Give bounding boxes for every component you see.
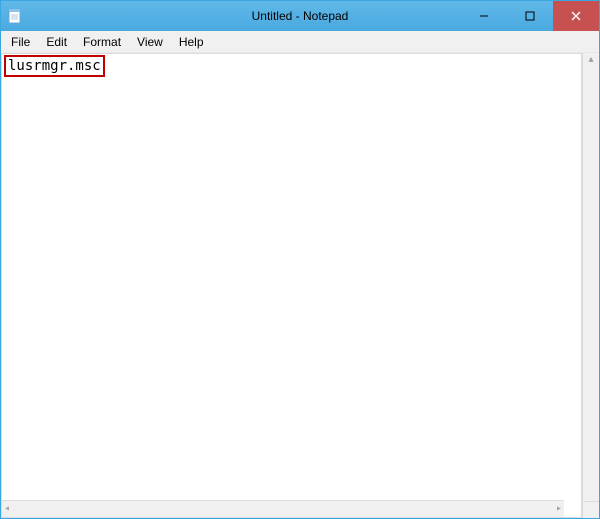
client-area: lusrmgr.msc ◂ ▸ ▴ ▾ [1, 53, 599, 518]
maximize-button[interactable] [507, 1, 553, 31]
editor-text-highlighted: lusrmgr.msc [4, 55, 105, 77]
menu-file[interactable]: File [3, 33, 38, 51]
window-controls [461, 1, 599, 31]
horizontal-scrollbar[interactable]: ◂ ▸ [2, 500, 564, 517]
scroll-left-icon: ◂ [4, 504, 10, 514]
menu-format[interactable]: Format [75, 33, 129, 51]
menu-edit[interactable]: Edit [38, 33, 75, 51]
scroll-right-icon: ▸ [556, 504, 562, 514]
menubar: File Edit Format View Help [1, 31, 599, 53]
scroll-corner [582, 501, 599, 518]
menu-help[interactable]: Help [171, 33, 212, 51]
window-title: Untitled - Notepad [252, 9, 349, 23]
text-editor[interactable]: lusrmgr.msc ◂ ▸ [1, 53, 582, 518]
close-button[interactable] [553, 1, 599, 31]
notepad-icon [7, 8, 23, 24]
minimize-button[interactable] [461, 1, 507, 31]
scroll-up-icon: ▴ [588, 55, 593, 65]
titlebar: Untitled - Notepad [1, 1, 599, 31]
menu-view[interactable]: View [129, 33, 171, 51]
vertical-scrollbar[interactable]: ▴ ▾ [582, 53, 599, 518]
